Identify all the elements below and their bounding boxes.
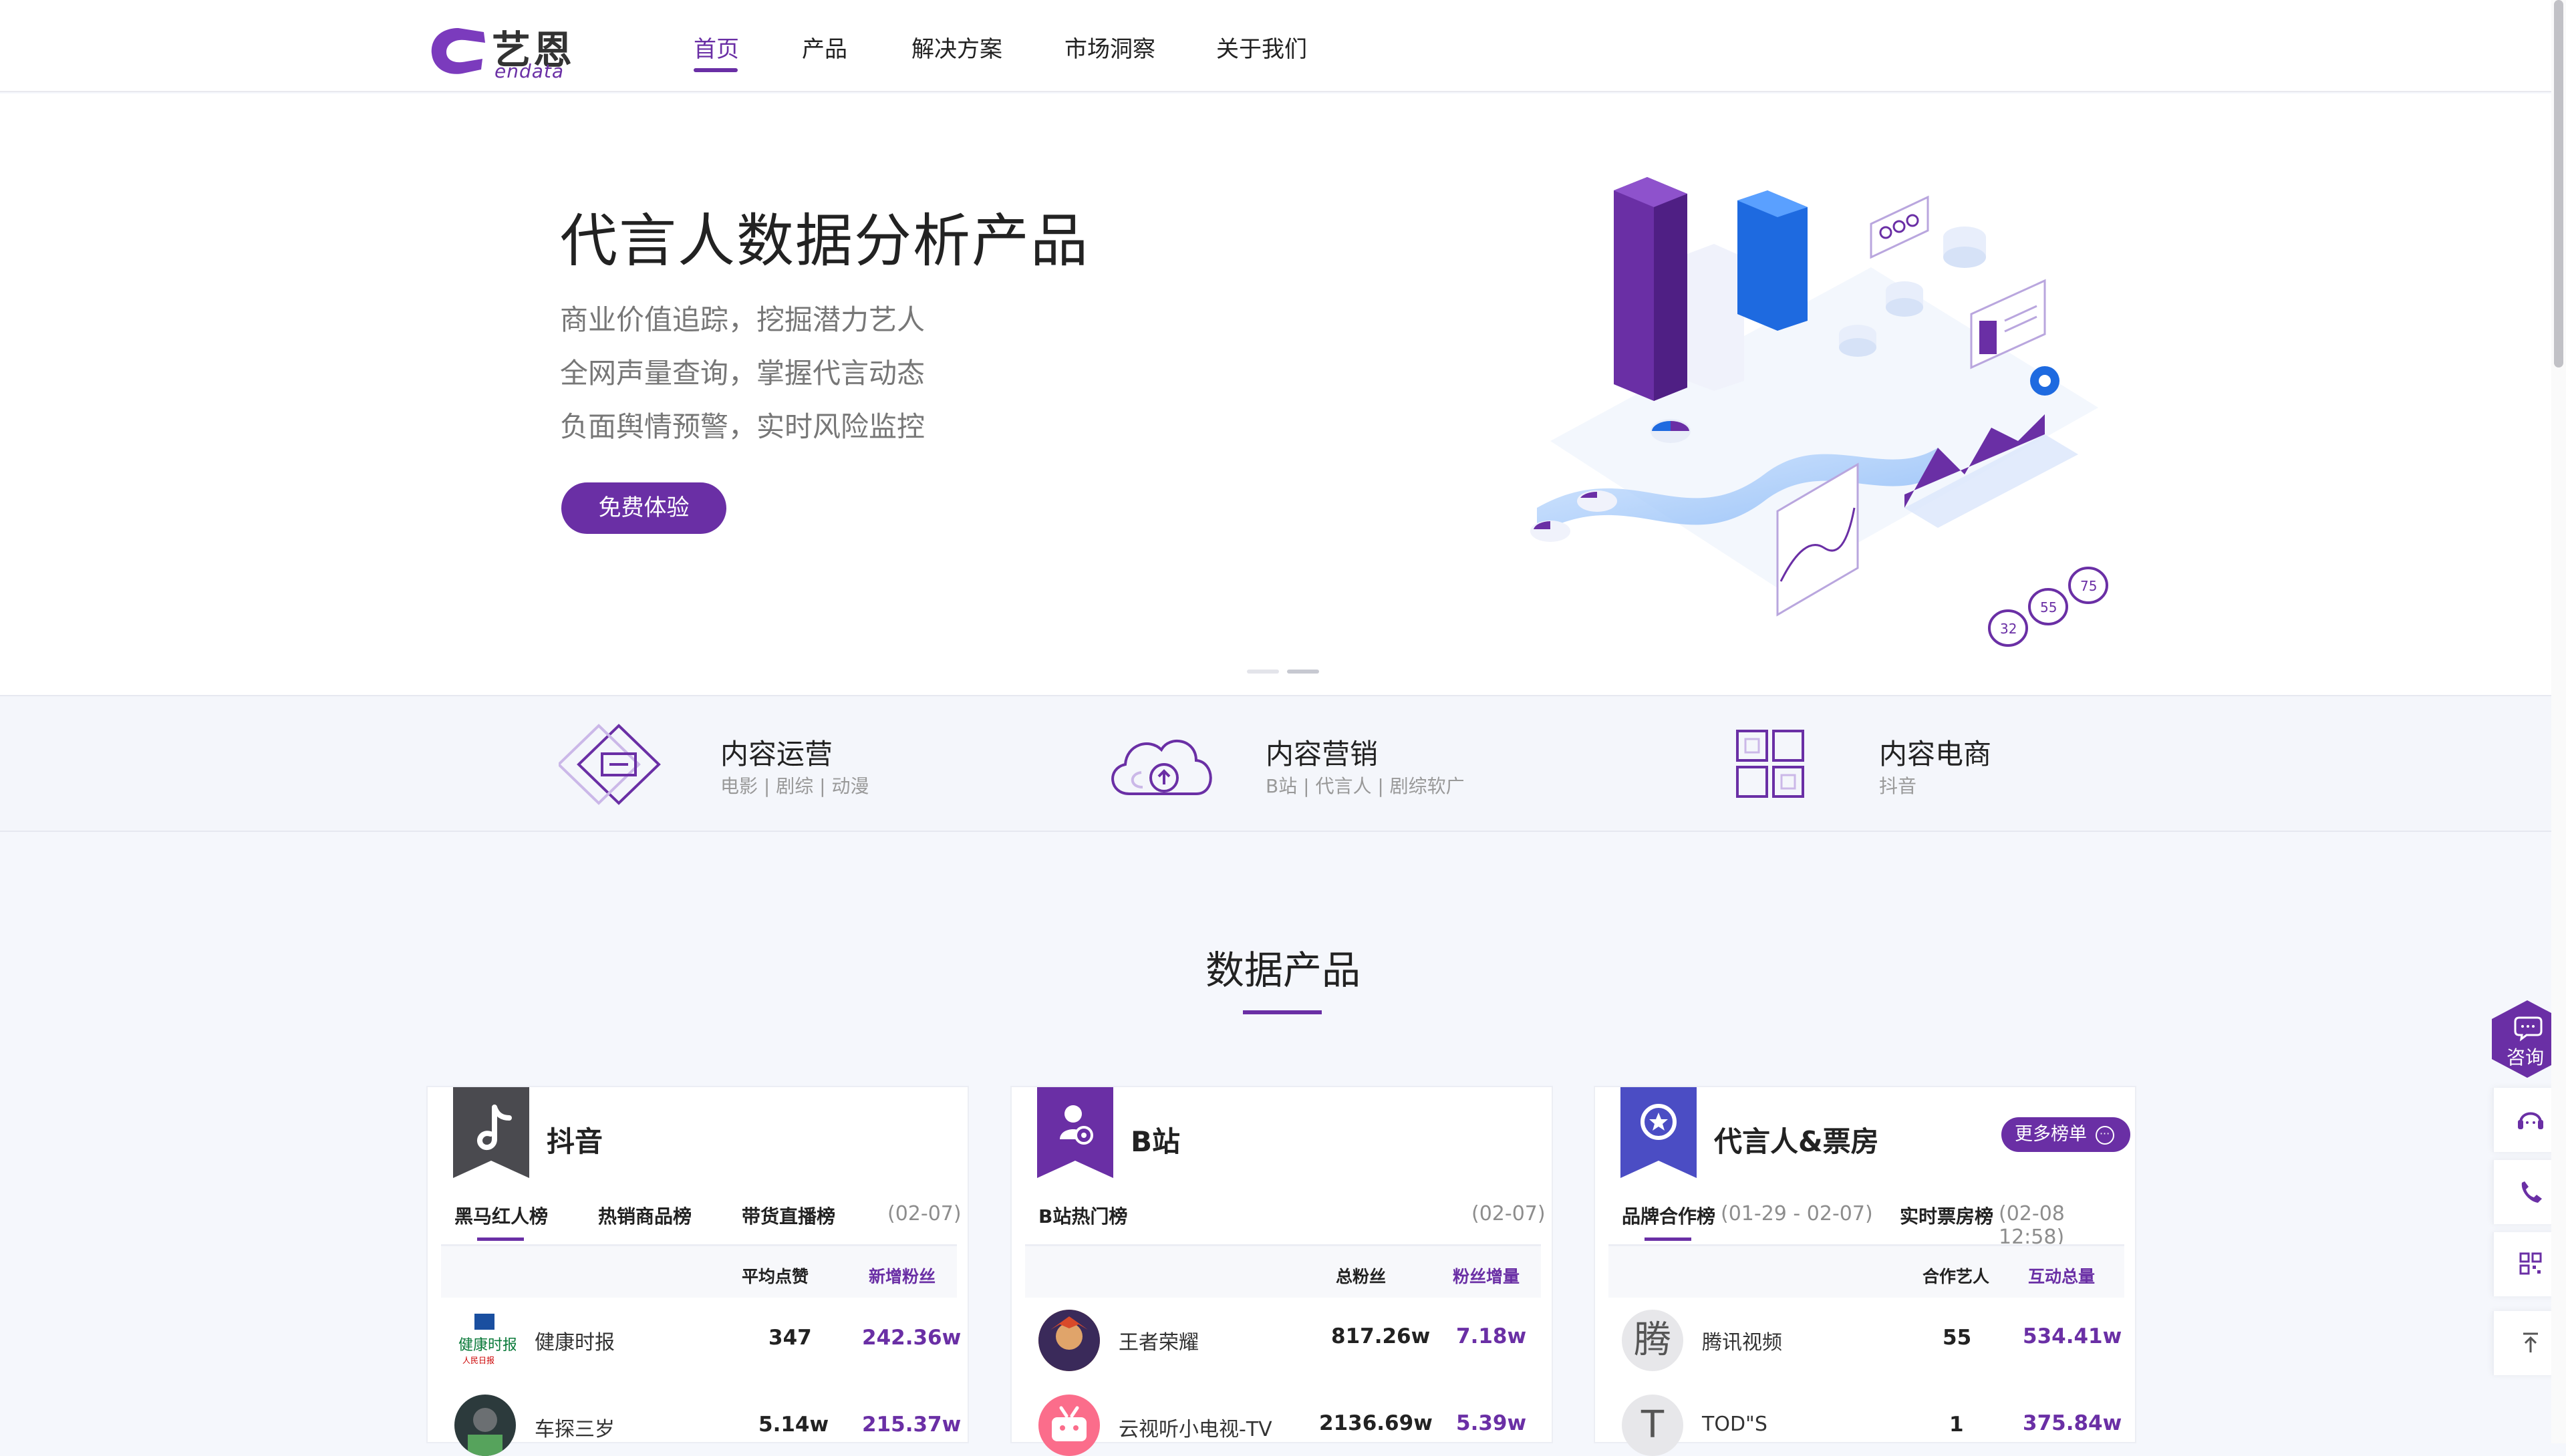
tab-live-commerce[interactable]: 带货直播榜 bbox=[742, 1202, 835, 1229]
card-title: B站 bbox=[1131, 1125, 1181, 1158]
col-header-avg-likes: 平均点赞 bbox=[742, 1267, 809, 1286]
tiktok-icon[interactable] bbox=[453, 1087, 529, 1178]
category-title-content-ecommerce[interactable]: 内容电商 bbox=[1879, 732, 1991, 772]
table-header: 合作艺人 互动总量 bbox=[1608, 1244, 2124, 1298]
category-sub-content-ecommerce: 抖音 bbox=[1879, 775, 1917, 797]
nav-about-us[interactable]: 关于我们 bbox=[1216, 31, 1307, 63]
page-scrollbar[interactable] bbox=[2551, 0, 2566, 1443]
col-header-total-interactions: 互动总量 bbox=[2028, 1267, 2096, 1286]
grid-boxes-icon bbox=[1736, 730, 1804, 798]
hero-title: 代言人数据分析产品 bbox=[560, 208, 1089, 275]
tab-hot-products[interactable]: 热销商品榜 bbox=[598, 1202, 692, 1229]
more-dots-icon: ··· bbox=[2095, 1125, 2114, 1145]
endorser-boxoffice-card: 代言人&票房 更多榜单 ··· 品牌合作榜 (01-29 - 02-07) 实时… bbox=[1594, 1086, 2136, 1456]
avatar bbox=[454, 1395, 516, 1456]
avatar: 健康时报 人民日报 bbox=[454, 1310, 516, 1371]
avatar: 腾 bbox=[1622, 1310, 1683, 1371]
bilibili-card: B站 B站热门榜 (02-07) 总粉丝 粉丝增量 王者荣耀 817.26w 7… bbox=[1010, 1086, 1553, 1456]
brand-logo[interactable]: 艺恩 endata bbox=[428, 19, 581, 82]
carousel-dot-1[interactable] bbox=[1247, 670, 1279, 674]
table-header: 平均点赞 新增粉丝 bbox=[441, 1244, 957, 1298]
tab-realtime-boxoffice[interactable]: 实时票房榜 bbox=[1900, 1202, 1993, 1229]
tab-dark-horse[interactable]: 黑马红人榜 bbox=[454, 1202, 548, 1229]
row-value-1: 817.26w bbox=[1331, 1324, 1431, 1348]
row-value-2: 5.39w bbox=[1456, 1411, 1527, 1435]
badge-32: 32 bbox=[2000, 621, 2017, 637]
row-value-1: 5.14w bbox=[758, 1413, 829, 1437]
hero-line-3: 负面舆情预警，实时风险监控 bbox=[560, 410, 925, 443]
bilibili-user-icon[interactable] bbox=[1037, 1087, 1113, 1178]
col-header-total-fans: 总粉丝 bbox=[1336, 1267, 1387, 1286]
endata-logo-icon bbox=[431, 28, 485, 74]
douyin-card: 抖音 黑马红人榜 热销商品榜 带货直播榜 (02-07) 平均点赞 新增粉丝 健… bbox=[426, 1086, 969, 1456]
free-trial-button[interactable]: 免费体验 bbox=[561, 482, 726, 534]
table-header: 总粉丝 粉丝增量 bbox=[1025, 1244, 1541, 1298]
brand-name-en: endata bbox=[494, 60, 565, 82]
star-badge-icon[interactable] bbox=[1620, 1087, 1697, 1178]
svg-text:人民日报: 人民日报 bbox=[462, 1355, 494, 1365]
avatar: T bbox=[1622, 1395, 1683, 1456]
row-name[interactable]: 车探三岁 bbox=[535, 1413, 615, 1442]
more-rankings-button[interactable]: 更多榜单 ··· bbox=[2001, 1117, 2130, 1152]
avatar bbox=[1038, 1310, 1100, 1371]
row-name[interactable]: 云视听小电视-TV bbox=[1119, 1413, 1272, 1442]
category-title-content-ops[interactable]: 内容运营 bbox=[720, 732, 833, 772]
list-date: (02-07) bbox=[1471, 1202, 1546, 1225]
list-date: (02-07) bbox=[887, 1202, 962, 1225]
nav-products[interactable]: 产品 bbox=[802, 31, 847, 63]
row-value-1: 347 bbox=[768, 1326, 812, 1350]
row-value-1: 55 bbox=[1943, 1326, 1972, 1350]
row-name[interactable]: 腾讯视频 bbox=[1702, 1326, 1782, 1355]
card-title: 抖音 bbox=[547, 1125, 603, 1158]
consult-label: 咨询 bbox=[2507, 1046, 2545, 1068]
row-value-2: 215.37w bbox=[862, 1413, 962, 1437]
active-tab-indicator bbox=[1645, 1237, 1691, 1241]
badge-75: 75 bbox=[2080, 578, 2097, 594]
row-name[interactable]: TOD"S bbox=[1702, 1413, 1767, 1436]
carousel-dot-2[interactable] bbox=[1287, 670, 1319, 674]
isometric-data-illustration: 32 55 75 bbox=[1530, 177, 2108, 647]
badge-55: 55 bbox=[2040, 599, 2057, 615]
top-header: 艺恩 endata 首页 产品 解决方案 市场洞察 关于我们 bbox=[0, 0, 2566, 92]
avatar bbox=[1038, 1395, 1100, 1456]
row-name[interactable]: 王者荣耀 bbox=[1119, 1326, 1199, 1355]
col-header-new-fans: 新增粉丝 bbox=[869, 1267, 936, 1286]
col-header-fan-growth: 粉丝增量 bbox=[1453, 1267, 1520, 1286]
row-name[interactable]: 健康时报 bbox=[535, 1326, 615, 1355]
hero-badges: 32 55 75 bbox=[1988, 567, 2108, 647]
category-sub-content-ops: 电影 | 剧综 | 动漫 bbox=[720, 775, 869, 797]
realtime-boxoffice-date: (02-08 12:58) bbox=[1999, 1202, 2065, 1249]
col-header-partner-artists: 合作艺人 bbox=[1922, 1267, 1990, 1286]
brand-partnership-date: (01-29 - 02-07) bbox=[1721, 1202, 1873, 1225]
section-title: 数据产品 bbox=[1205, 948, 1361, 993]
tab-brand-partnership[interactable]: 品牌合作榜 bbox=[1622, 1202, 1715, 1229]
scrollbar-thumb[interactable] bbox=[2554, 0, 2563, 368]
hero-line-1: 商业价值追踪，挖掘潜力艺人 bbox=[560, 303, 925, 336]
row-value-2: 242.36w bbox=[862, 1326, 962, 1350]
row-value-2: 534.41w bbox=[2023, 1324, 2122, 1348]
row-value-1: 2136.69w bbox=[1319, 1411, 1433, 1435]
svg-text:健康时报: 健康时报 bbox=[458, 1337, 516, 1354]
nav-market-insight[interactable]: 市场洞察 bbox=[1064, 31, 1155, 63]
row-value-2: 375.84w bbox=[2023, 1411, 2122, 1435]
hero-banner bbox=[0, 94, 2551, 695]
section-title-underline bbox=[1243, 1010, 1322, 1014]
category-title-content-marketing[interactable]: 内容营销 bbox=[1266, 732, 1378, 772]
more-rankings-label: 更多榜单 bbox=[2015, 1124, 2087, 1145]
nav-home[interactable]: 首页 bbox=[694, 31, 739, 63]
card-title: 代言人&票房 bbox=[1714, 1125, 1879, 1158]
diamond-screen-icon bbox=[559, 724, 661, 805]
row-value-1: 1 bbox=[1949, 1413, 1964, 1437]
nav-solutions[interactable]: 解决方案 bbox=[911, 31, 1002, 63]
category-sub-content-marketing: B站 | 代言人 | 剧综软广 bbox=[1266, 775, 1465, 797]
cloud-upload-icon bbox=[1111, 739, 1212, 795]
hero-line-2: 全网声量查询，掌握代言动态 bbox=[560, 357, 925, 390]
row-value-2: 7.18w bbox=[1456, 1324, 1527, 1348]
nav-active-indicator bbox=[694, 68, 738, 72]
active-tab-indicator bbox=[477, 1237, 524, 1241]
tab-bilibili-hot[interactable]: B站热门榜 bbox=[1038, 1202, 1127, 1229]
